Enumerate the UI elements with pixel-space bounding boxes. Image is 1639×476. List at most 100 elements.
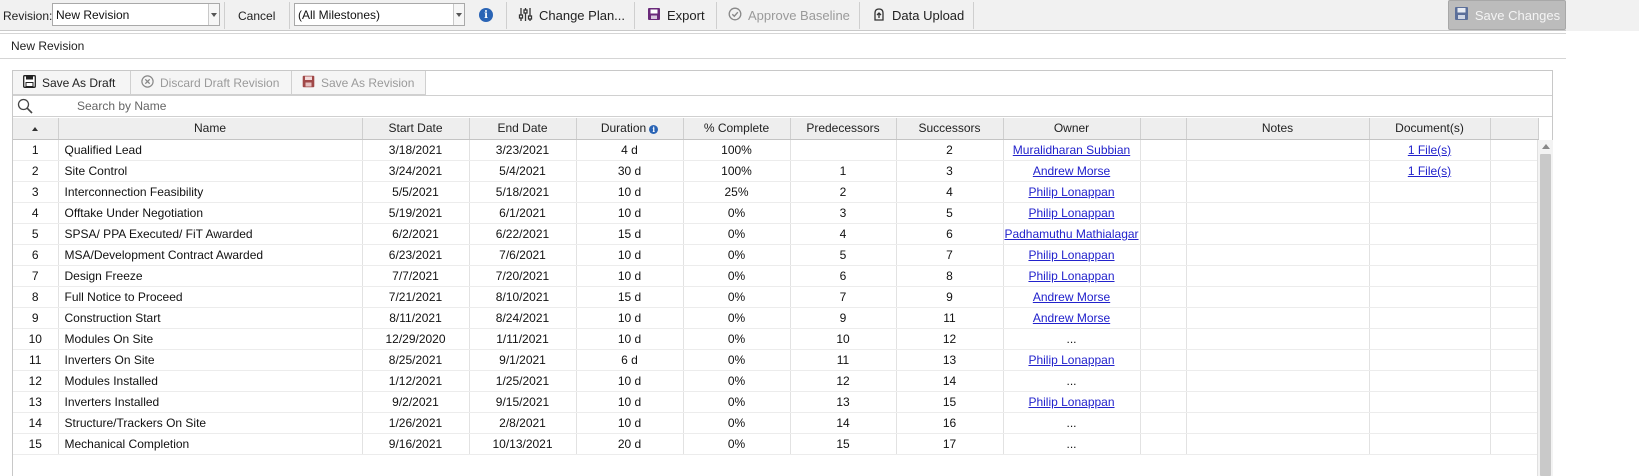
- successors[interactable]: 11: [896, 307, 1004, 329]
- percent-complete[interactable]: 0%: [683, 328, 791, 350]
- successors[interactable]: 12: [896, 328, 1004, 350]
- duration[interactable]: 30 d: [576, 160, 684, 182]
- start-date[interactable]: 8/11/2021: [362, 307, 470, 329]
- duration[interactable]: 15 d: [576, 223, 684, 245]
- notes[interactable]: [1186, 391, 1370, 413]
- notes[interactable]: [1186, 328, 1370, 350]
- notes[interactable]: [1186, 433, 1370, 455]
- owner-placeholder[interactable]: ...: [1066, 332, 1076, 346]
- duration[interactable]: 10 d: [576, 328, 684, 350]
- table-row[interactable]: 6 MSA/Development Contract Awarded 6/23/20…: [13, 244, 1539, 266]
- predecessors[interactable]: 6: [790, 265, 897, 287]
- start-date[interactable]: 6/2/2021: [362, 223, 470, 245]
- task-name[interactable]: Modules On Site: [58, 328, 363, 350]
- owner-link[interactable]: Muralidharan Subbian: [1013, 143, 1130, 157]
- start-date[interactable]: 5/5/2021: [362, 181, 470, 203]
- end-date[interactable]: 9/1/2021: [469, 349, 577, 371]
- successors[interactable]: 16: [896, 412, 1004, 434]
- owner-link[interactable]: Padhamuthu Mathialagar: [1004, 227, 1138, 241]
- owner-placeholder[interactable]: ...: [1066, 416, 1076, 430]
- successors[interactable]: 17: [896, 433, 1004, 455]
- column-header-documents[interactable]: Document(s): [1369, 118, 1491, 140]
- end-date[interactable]: 6/1/2021: [469, 202, 577, 224]
- discard-draft-button[interactable]: Discard Draft Revision: [131, 71, 292, 95]
- predecessors[interactable]: 2: [790, 181, 897, 203]
- task-name[interactable]: Site Control: [58, 160, 363, 182]
- chevron-down-icon[interactable]: [208, 4, 219, 25]
- predecessors[interactable]: 5: [790, 244, 897, 266]
- task-name[interactable]: SPSA/ PPA Executed/ FiT Awarded: [58, 223, 363, 245]
- start-date[interactable]: 3/24/2021: [362, 160, 470, 182]
- table-row[interactable]: 9 Construction Start 8/11/2021 8/24/2021 10 …: [13, 307, 1539, 329]
- end-date[interactable]: 8/24/2021: [469, 307, 577, 329]
- owner-link[interactable]: Andrew Morse: [1033, 311, 1110, 325]
- start-date[interactable]: 1/12/2021: [362, 370, 470, 392]
- cancel-button[interactable]: Cancel: [238, 0, 275, 31]
- notes[interactable]: [1186, 139, 1370, 161]
- percent-complete[interactable]: 0%: [683, 391, 791, 413]
- notes[interactable]: [1186, 286, 1370, 308]
- predecessors[interactable]: 13: [790, 391, 897, 413]
- predecessors[interactable]: 11: [790, 349, 897, 371]
- percent-complete[interactable]: 0%: [683, 349, 791, 371]
- predecessors[interactable]: 9: [790, 307, 897, 329]
- duration[interactable]: 10 d: [576, 244, 684, 266]
- percent-complete[interactable]: 0%: [683, 265, 791, 287]
- vertical-scrollbar[interactable]: [1537, 140, 1553, 476]
- percent-complete[interactable]: 25%: [683, 181, 791, 203]
- task-name[interactable]: Qualified Lead: [58, 139, 363, 161]
- duration[interactable]: 10 d: [576, 412, 684, 434]
- notes[interactable]: [1186, 412, 1370, 434]
- column-header-owner[interactable]: Owner: [1003, 118, 1141, 140]
- duration[interactable]: 20 d: [576, 433, 684, 455]
- percent-complete[interactable]: 0%: [683, 412, 791, 434]
- table-row[interactable]: 8 Full Notice to Proceed 7/21/2021 8/10/202…: [13, 286, 1539, 308]
- start-date[interactable]: 7/7/2021: [362, 265, 470, 287]
- duration[interactable]: 6 d: [576, 349, 684, 371]
- sort-column-header[interactable]: [13, 118, 59, 140]
- duration[interactable]: 10 d: [576, 391, 684, 413]
- end-date[interactable]: 5/18/2021: [469, 181, 577, 203]
- scrollbar-thumb[interactable]: [1540, 154, 1551, 476]
- end-date[interactable]: 7/20/2021: [469, 265, 577, 287]
- successors[interactable]: 9: [896, 286, 1004, 308]
- owner-link[interactable]: Philip Lonappan: [1028, 206, 1114, 220]
- table-row[interactable]: 15 Mechanical Completion 9/16/2021 10/13/20…: [13, 433, 1539, 455]
- approve-baseline-button[interactable]: Approve Baseline: [728, 0, 850, 31]
- predecessors[interactable]: 7: [790, 286, 897, 308]
- end-date[interactable]: 8/10/2021: [469, 286, 577, 308]
- scroll-up-icon[interactable]: [1542, 144, 1550, 149]
- column-header-successors[interactable]: Successors: [896, 118, 1004, 140]
- start-date[interactable]: 6/23/2021: [362, 244, 470, 266]
- table-row[interactable]: 4 Offtake Under Negotiation 5/19/2021 6/1/2…: [13, 202, 1539, 224]
- duration[interactable]: 10 d: [576, 307, 684, 329]
- successors[interactable]: 13: [896, 349, 1004, 371]
- duration[interactable]: 10 d: [576, 202, 684, 224]
- task-name[interactable]: Structure/Trackers On Site: [58, 412, 363, 434]
- search-input[interactable]: [77, 99, 477, 113]
- table-row[interactable]: 10 Modules On Site 12/29/2020 1/11/2021 10 d…: [13, 328, 1539, 350]
- task-name[interactable]: Offtake Under Negotiation: [58, 202, 363, 224]
- documents-link[interactable]: 1 File(s): [1408, 164, 1451, 178]
- owner-link[interactable]: Andrew Morse: [1033, 164, 1110, 178]
- start-date[interactable]: 9/16/2021: [362, 433, 470, 455]
- successors[interactable]: 15: [896, 391, 1004, 413]
- save-changes-button[interactable]: Save Changes: [1448, 0, 1566, 30]
- revision-select[interactable]: New Revision: [52, 3, 220, 26]
- percent-complete[interactable]: 0%: [683, 223, 791, 245]
- end-date[interactable]: 1/11/2021: [469, 328, 577, 350]
- notes[interactable]: [1186, 370, 1370, 392]
- predecessors[interactable]: [790, 139, 897, 161]
- table-row[interactable]: 13 Inverters Installed 9/2/2021 9/15/2021 10…: [13, 391, 1539, 413]
- task-name[interactable]: Design Freeze: [58, 265, 363, 287]
- successors[interactable]: 6: [896, 223, 1004, 245]
- end-date[interactable]: 2/8/2021: [469, 412, 577, 434]
- table-row[interactable]: 7 Design Freeze 7/7/2021 7/20/2021 10 d 0% 6 8 P…: [13, 265, 1539, 287]
- predecessors[interactable]: 14: [790, 412, 897, 434]
- start-date[interactable]: 9/2/2021: [362, 391, 470, 413]
- percent-complete[interactable]: 0%: [683, 370, 791, 392]
- column-header-duration[interactable]: Duration i: [576, 118, 684, 140]
- task-name[interactable]: Interconnection Feasibility: [58, 181, 363, 203]
- end-date[interactable]: 1/25/2021: [469, 370, 577, 392]
- table-row[interactable]: 11 Inverters On Site 8/25/2021 9/1/2021 6 d0…: [13, 349, 1539, 371]
